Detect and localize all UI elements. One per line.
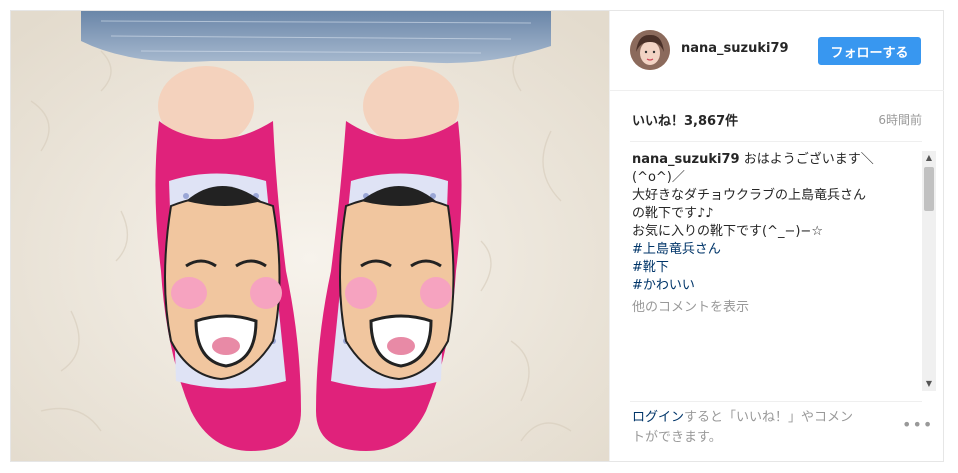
login-link[interactable]: ログイン [632,410,684,425]
caption-username[interactable]: nana_suzuki79 [632,152,740,167]
scroll-down-arrow-icon[interactable]: ▼ [922,377,936,391]
hashtag-link[interactable]: #靴下 [632,259,912,277]
comment-list: nana_suzuki79 おはようございます＼ (^o^)／ 大好きなダチョウ… [632,151,912,391]
avatar[interactable] [630,30,670,70]
post-username[interactable]: nana_suzuki79 [681,41,789,56]
caption-line: の靴下です♪♪ [632,206,714,221]
follow-button[interactable]: フォローする [818,37,921,65]
caption-text: おはようございます＼ [743,152,874,167]
hashtag-link[interactable]: #上島竜兵さん [632,241,912,259]
caption-line: nana_suzuki79 おはようございます＼ [632,151,912,169]
scroll-up-arrow-icon[interactable]: ▲ [922,151,936,165]
divider [630,401,922,402]
hashtag-link[interactable]: #かわいい [632,277,912,295]
instagram-embed: nana_suzuki79 フォローする いいね！3,867件 6時間前 nan… [10,10,944,462]
caption-line: 大好きなダチョウクラブの上島竜兵さん [632,188,867,203]
post-sidebar: nana_suzuki79 フォローする いいね！3,867件 6時間前 nan… [609,11,944,461]
login-prompt: ログインすると「いいね！」やコメントができます。 [632,408,862,448]
like-count[interactable]: いいね！3,867件 [632,110,738,129]
socks-photo-image [11,11,609,461]
post-photo[interactable] [11,11,609,461]
comment-scrollbar[interactable]: ▲ ▼ [922,151,936,391]
avatar-image [630,30,670,70]
post-header: nana_suzuki79 フォローする [610,11,944,91]
view-more-comments-link[interactable]: 他のコメントを表示 [632,299,912,317]
divider [630,141,922,142]
caption-line: (^o^)／ [632,170,685,185]
caption-line: お気に入りの靴下です(^_−)−☆ [632,224,823,239]
scrollbar-thumb[interactable] [924,167,934,211]
more-options-icon[interactable]: ••• [902,415,933,434]
post-timestamp[interactable]: 6時間前 [878,111,922,128]
post-stats: いいね！3,867件 6時間前 [632,110,922,130]
